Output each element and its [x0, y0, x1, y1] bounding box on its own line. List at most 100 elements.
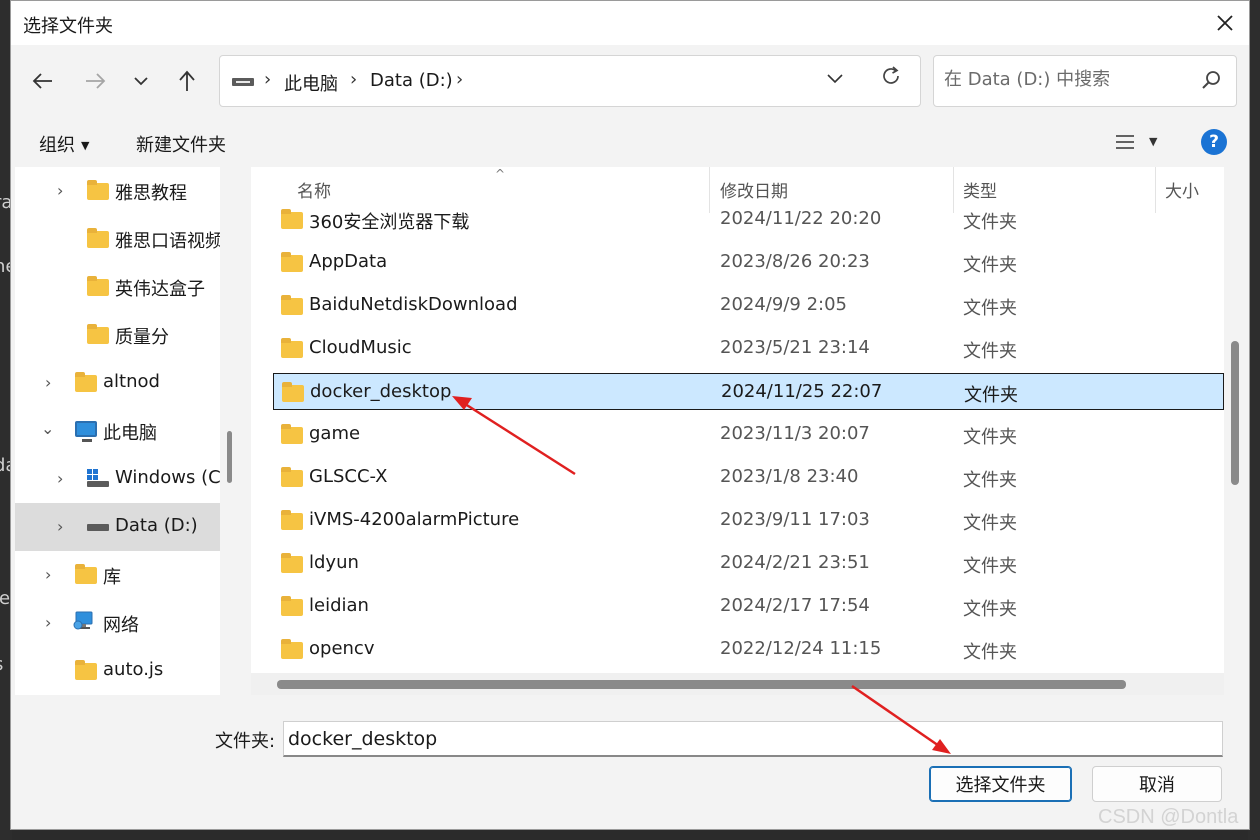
file-name: game	[309, 423, 361, 444]
caret-down-icon[interactable]: ▼	[1149, 135, 1157, 148]
file-name: leidian	[309, 595, 369, 616]
sidebar-item-windows-c[interactable]: › Windows (C:)	[15, 455, 220, 503]
organize-button[interactable]: 组织 ▼	[39, 131, 89, 157]
file-type: 文件夹	[963, 470, 1017, 491]
file-row-glscc-x[interactable]: GLSCC-X 2023/1/8 23:40 文件夹	[273, 459, 1224, 496]
navigation-pane-scrollbar[interactable]	[227, 431, 232, 483]
file-date: 2023/11/3 20:07	[720, 423, 870, 444]
view-options-button[interactable]	[1115, 131, 1135, 155]
chevron-down-icon[interactable]: ⌄	[41, 419, 54, 438]
sidebar-item-label: Windows (C:)	[115, 467, 220, 488]
chevron-right-icon[interactable]: ›	[57, 181, 63, 200]
search-icon[interactable]	[1200, 69, 1222, 91]
folder-name-input[interactable]	[283, 721, 1223, 757]
chevron-right-icon: ›	[264, 69, 272, 90]
file-row-cloudmusic[interactable]: CloudMusic 2023/5/21 23:14 文件夹	[273, 330, 1224, 367]
close-icon	[1217, 15, 1233, 31]
file-type: 文件夹	[964, 385, 1018, 406]
file-row-360[interactable]: 360安全浏览器下载 2024/11/22 20:20 文件夹	[273, 201, 1224, 238]
dialog-title: 选择文件夹	[23, 16, 113, 37]
select-folder-button[interactable]: 选择文件夹	[929, 766, 1072, 802]
recent-locations-button[interactable]	[123, 63, 159, 99]
folder-icon	[281, 510, 303, 530]
folder-icon	[281, 295, 303, 315]
breadcrumb-this-pc[interactable]: 此电脑	[284, 70, 338, 96]
organize-label: 组织	[39, 135, 75, 156]
sidebar-item-altnod[interactable]: › altnod	[15, 359, 220, 407]
new-folder-button[interactable]: 新建文件夹	[136, 131, 226, 157]
file-date: 2024/2/17 17:54	[720, 595, 870, 616]
file-type: 文件夹	[963, 427, 1017, 448]
file-name: iVMS-4200alarmPicture	[309, 509, 520, 530]
file-type: 文件夹	[963, 513, 1017, 534]
column-header-date[interactable]: 修改日期	[720, 177, 788, 202]
column-header-size[interactable]: 大小	[1165, 177, 1199, 202]
file-date: 2023/9/11 17:03	[720, 509, 870, 530]
sidebar-item-label: 此电脑	[103, 423, 157, 444]
up-button[interactable]	[169, 63, 205, 99]
file-row-opencv[interactable]: opencv 2022/12/24 11:15 文件夹	[273, 631, 1224, 668]
file-name: ldyun	[309, 552, 359, 573]
folder-icon	[281, 338, 303, 358]
file-row-appdata[interactable]: AppData 2023/8/26 20:23 文件夹	[273, 244, 1224, 281]
search-box[interactable]	[933, 55, 1237, 107]
file-row-leidian[interactable]: leidian 2024/2/17 17:54 文件夹	[273, 588, 1224, 625]
file-row-ivms[interactable]: iVMS-4200alarmPicture 2023/9/11 17:03 文件…	[273, 502, 1224, 539]
back-button[interactable]	[25, 63, 61, 99]
breadcrumb-data-drive[interactable]: Data (D:)	[370, 70, 453, 91]
sidebar-item-this-pc[interactable]: ⌄ 此电脑	[15, 407, 220, 455]
arrow-right-icon	[86, 73, 106, 89]
sort-ascending-icon: ^	[495, 167, 506, 181]
sidebar-item-autojs[interactable]: auto.js	[15, 647, 220, 695]
sidebar-item-ielts-tutorial[interactable]: › 雅思教程	[15, 167, 220, 215]
chevron-right-icon[interactable]: ›	[45, 613, 51, 632]
arrow-left-icon	[32, 73, 52, 89]
chevron-right-icon[interactable]: ›	[57, 469, 63, 488]
list-view-icon	[1116, 135, 1134, 149]
folder-picker-dialog: 选择文件夹 › 此电脑 › Data (D:) › 在 Data (D:) 中搜…	[10, 0, 1250, 830]
forward-button[interactable]	[77, 63, 113, 99]
chevron-right-icon[interactable]: ›	[45, 373, 51, 392]
question-mark-icon: ?	[1209, 132, 1219, 152]
file-list-vertical-scrollbar[interactable]	[1231, 341, 1239, 485]
column-header-name[interactable]: 名称	[297, 177, 331, 202]
file-name: docker_desktop	[310, 381, 452, 402]
chevron-right-icon[interactable]: ›	[57, 517, 63, 536]
search-input[interactable]	[944, 69, 1184, 90]
chevron-right-icon: ›	[350, 69, 358, 90]
sidebar-item-quality-score[interactable]: 质量分	[15, 311, 220, 359]
help-button[interactable]: ?	[1201, 129, 1227, 155]
folder-icon	[281, 209, 303, 229]
file-row-docker-desktop[interactable]: docker_desktop 2024/11/25 22:07 文件夹	[273, 373, 1224, 410]
sidebar-item-network[interactable]: › 网络	[15, 599, 220, 647]
sidebar-item-label: Data (D:)	[115, 515, 198, 536]
address-bar[interactable]: › 此电脑 › Data (D:) ›	[219, 55, 921, 107]
close-button[interactable]	[1207, 5, 1243, 41]
cancel-button[interactable]: 取消	[1092, 766, 1222, 802]
file-row-ldyun[interactable]: ldyun 2024/2/21 23:51 文件夹	[273, 545, 1224, 582]
address-dropdown-button[interactable]	[826, 68, 844, 89]
sidebar-item-nvidia-box[interactable]: 英伟达盒子	[15, 263, 220, 311]
chevron-right-icon[interactable]: ›	[456, 69, 463, 90]
file-row-game[interactable]: game 2023/11/3 20:07 文件夹	[273, 416, 1224, 453]
sidebar-item-library[interactable]: › 库	[15, 551, 220, 599]
folder-icon	[87, 180, 109, 200]
windows-drive-icon	[87, 469, 109, 487]
folder-icon	[281, 424, 303, 444]
folder-icon	[281, 553, 303, 573]
refresh-button[interactable]	[880, 65, 902, 93]
sidebar-item-data-d[interactable]: › Data (D:)	[15, 503, 220, 551]
folder-icon	[75, 372, 97, 392]
sidebar-item-ielts-speaking-video[interactable]: 雅思口语视频	[15, 215, 220, 263]
file-name: 360安全浏览器下载	[309, 212, 470, 233]
file-row-baidunetdisk[interactable]: BaiduNetdiskDownload 2024/9/9 2:05 文件夹	[273, 287, 1224, 324]
chevron-right-icon[interactable]: ›	[45, 565, 51, 584]
file-list-horizontal-scrollbar[interactable]	[277, 680, 1126, 689]
refresh-icon	[883, 66, 899, 84]
column-header-type[interactable]: 类型	[963, 177, 997, 202]
file-date: 2024/11/22 20:20	[720, 208, 882, 229]
file-type: 文件夹	[963, 255, 1017, 276]
file-date: 2023/5/21 23:14	[720, 337, 870, 358]
watermark: CSDN @Dontla	[1098, 806, 1239, 828]
folder-icon	[87, 276, 109, 296]
